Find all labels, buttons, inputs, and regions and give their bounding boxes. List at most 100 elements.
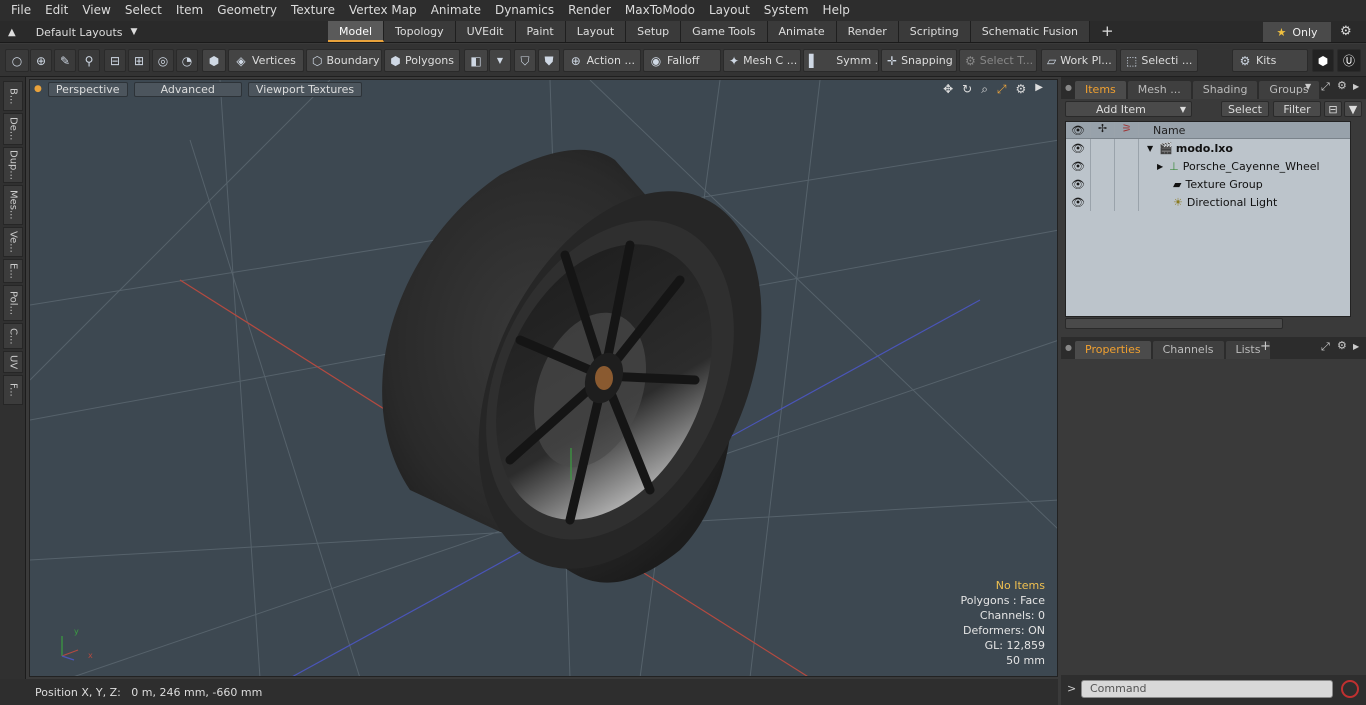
kits-button[interactable]: ⚙ Kits [1232, 49, 1308, 72]
arrow-right-icon[interactable]: ▶ [1035, 82, 1043, 97]
menu-texture[interactable]: Texture [284, 0, 342, 21]
pen-button[interactable]: ✎ [54, 49, 76, 72]
tree-scrollbar[interactable] [1065, 318, 1283, 329]
perspective-button[interactable]: Perspective [47, 81, 128, 97]
record-icon[interactable] [1341, 680, 1359, 698]
filter-button[interactable]: Filter [1273, 101, 1321, 117]
tree-row-light[interactable]: 👁 ☀ Directional Light [1066, 193, 1350, 211]
work-plane-button[interactable]: ▱ Work Pl... [1041, 49, 1117, 72]
tab-scripting[interactable]: Scripting [898, 21, 971, 42]
tab-mesh-ops[interactable]: Mesh ... [1127, 81, 1191, 99]
pie-button[interactable]: ◔ [176, 49, 198, 72]
menu-system[interactable]: System [757, 0, 816, 21]
selection-sets-button[interactable]: ⬚ Selecti ... [1120, 49, 1198, 72]
menu-item[interactable]: Item [169, 0, 210, 21]
shield-alt-button[interactable]: ⛊ [538, 49, 560, 72]
snapping-button[interactable]: ✛ Snapping [881, 49, 957, 72]
menu-edit[interactable]: Edit [38, 0, 75, 21]
menu-select[interactable]: Select [118, 0, 169, 21]
center-button[interactable]: ⊞ [128, 49, 150, 72]
collapse-button[interactable]: ⊟ [1324, 101, 1342, 117]
align-button[interactable]: ⊟ [104, 49, 126, 72]
only-toggle[interactable]: ★ Only [1263, 22, 1331, 42]
gear-icon[interactable]: ⚙ [1340, 24, 1352, 39]
mesh-constraint-button[interactable]: ✦ Mesh C ... [723, 49, 801, 72]
symmetry-button[interactable]: ▌ Symm ... [803, 49, 879, 72]
polygons-button[interactable]: ⬢ Polygons [384, 49, 460, 72]
menu-geometry[interactable]: Geometry [210, 0, 284, 21]
material-button[interactable]: ◧ [464, 49, 488, 72]
name-header[interactable]: Name [1139, 124, 1185, 137]
tab-topology[interactable]: Topology [384, 21, 456, 42]
boundary-button[interactable]: ⬡ Boundary [306, 49, 382, 72]
left-tab-fusion[interactable]: F... [3, 375, 23, 405]
globe-button[interactable]: ⊕ [30, 49, 52, 72]
eye-icon[interactable]: 👁 [1066, 196, 1090, 209]
3d-viewport[interactable]: y x ● Perspective Advanced Viewport Text… [29, 79, 1058, 677]
tab-channels[interactable]: Channels [1152, 341, 1224, 359]
tab-model[interactable]: Model [328, 21, 385, 42]
left-tab-polygon[interactable]: Pol... [3, 285, 23, 321]
square-circle-button[interactable]: ◎ [152, 49, 174, 72]
menu-render[interactable]: Render [561, 0, 618, 21]
eye-icon[interactable]: 👁 [1066, 178, 1090, 191]
command-input[interactable]: Command [1081, 680, 1333, 698]
tab-items[interactable]: Items [1075, 81, 1126, 99]
tree-row-mesh[interactable]: 👁 ▶ ⊥ Porsche_Cayenne_Wheel [1066, 157, 1350, 175]
left-tab-curve[interactable]: C... [3, 323, 23, 349]
tab-paint[interactable]: Paint [515, 21, 566, 42]
menu-layout[interactable]: Layout [702, 0, 757, 21]
tab-schematic-fusion[interactable]: Schematic Fusion [970, 21, 1091, 42]
items-mode-button[interactable]: ⬢ [202, 49, 226, 72]
circle-select-button[interactable]: ○ [5, 49, 29, 72]
panel-arrow-icon[interactable]: ▶ [1353, 342, 1359, 351]
collapsed-triangle-icon[interactable]: ▶ [1157, 162, 1163, 171]
panel-arrow-icon[interactable]: ▶ [1353, 82, 1359, 91]
unreal-button[interactable]: Ⓤ [1337, 49, 1361, 72]
menu-view[interactable]: View [75, 0, 117, 21]
tab-setup[interactable]: Setup [626, 21, 682, 42]
add-tab-button[interactable]: + [1090, 21, 1125, 42]
shield-button[interactable]: ⛉ [514, 49, 536, 72]
tab-shading[interactable]: Shading [1192, 81, 1258, 99]
settings-icon[interactable]: ⚙ [1016, 82, 1027, 97]
menu-file[interactable]: File [4, 0, 38, 21]
expand-icon[interactable]: ⤢ [1321, 80, 1330, 94]
tab-properties[interactable]: Properties [1075, 341, 1151, 359]
menu-help[interactable]: Help [816, 0, 857, 21]
default-layouts-dropdown[interactable]: ▲ Default Layouts ▼ [8, 21, 137, 43]
menu-vertex-map[interactable]: Vertex Map [342, 0, 424, 21]
tab-render[interactable]: Render [836, 21, 899, 42]
left-tab-deform[interactable]: De... [3, 113, 23, 145]
chevron-down-icon[interactable]: ▼ [1305, 82, 1311, 91]
zoom-icon[interactable]: ⌕ [981, 82, 988, 97]
menu-animate[interactable]: Animate [424, 0, 488, 21]
advanced-button[interactable]: Advanced [133, 81, 242, 97]
eye-icon[interactable]: 👁 [1066, 142, 1090, 155]
action-center-button[interactable]: ⊕ Action ... [563, 49, 641, 72]
left-tab-duplicate[interactable]: Dup... [3, 147, 23, 183]
tab-game-tools[interactable]: Game Tools [681, 21, 768, 42]
falloff-button[interactable]: ◉ Falloff [643, 49, 721, 72]
left-tab-uv[interactable]: UV [3, 351, 23, 373]
expand-icon[interactable]: ⤢ [1321, 340, 1330, 354]
left-tab-basic[interactable]: B... [3, 81, 23, 111]
tab-uvedit[interactable]: UVEdit [455, 21, 516, 42]
panel-gear-icon[interactable]: ⚙ [1337, 79, 1347, 92]
vertices-button[interactable]: ◈ Vertices [228, 49, 304, 72]
select-through-button[interactable]: ⚙ Select T... [959, 49, 1037, 72]
funnel-button[interactable]: ▼ [1344, 101, 1362, 117]
brush-button[interactable]: ⚲ [78, 49, 100, 72]
material-dropdown[interactable]: ▼ [489, 49, 511, 72]
maximize-icon[interactable]: ⤢ [997, 82, 1007, 97]
left-tab-edge[interactable]: E... [3, 259, 23, 283]
panel-gear-icon[interactable]: ⚙ [1337, 339, 1347, 352]
select-button[interactable]: Select [1221, 101, 1269, 117]
menu-dynamics[interactable]: Dynamics [488, 0, 561, 21]
modo-logo-button[interactable]: ⬢ [1312, 49, 1334, 72]
tree-row-texture-group[interactable]: 👁 ▰ Texture Group [1066, 175, 1350, 193]
left-tab-vertex[interactable]: Ve... [3, 227, 23, 257]
add-tab-icon[interactable]: + [1260, 339, 1271, 354]
eye-icon[interactable]: 👁 [1066, 160, 1090, 173]
left-tab-mesh-edit[interactable]: Mes... [3, 185, 23, 225]
